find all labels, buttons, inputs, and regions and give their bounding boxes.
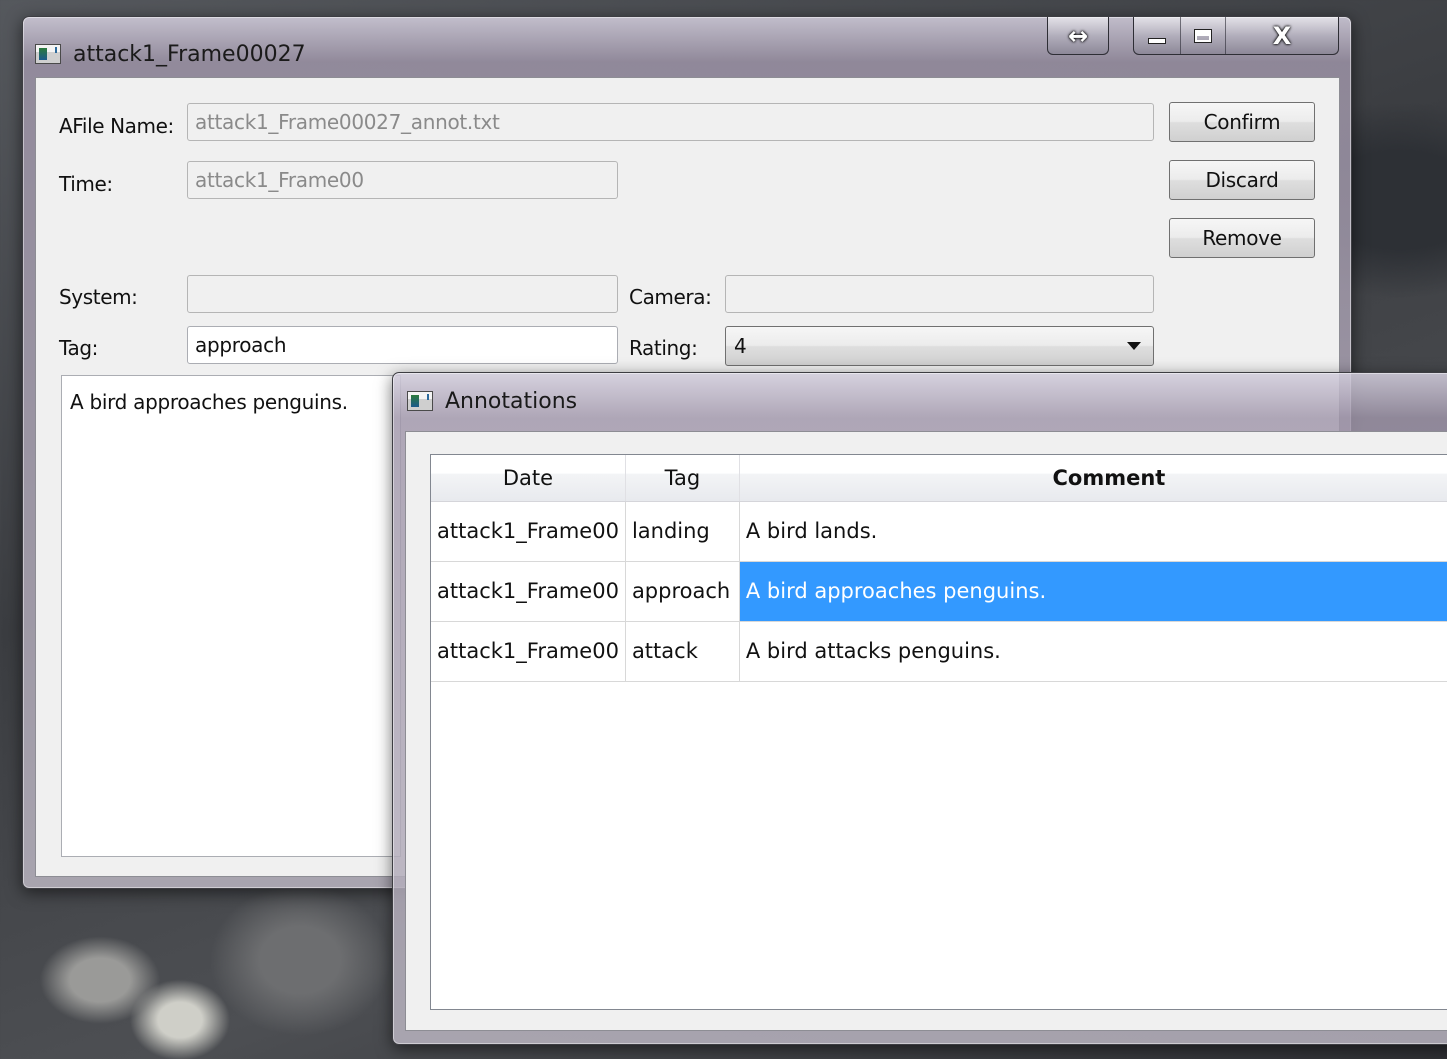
- remove-button[interactable]: Remove: [1169, 218, 1315, 258]
- rating-select[interactable]: 4: [725, 326, 1154, 366]
- editor-window-title: attack1_Frame00027: [73, 41, 306, 67]
- date-cell[interactable]: attack1_Frame00: [431, 501, 626, 562]
- window-caption-buttons: X: [1133, 17, 1339, 55]
- column-header-tag[interactable]: Tag: [625, 455, 740, 502]
- tag-cell[interactable]: landing: [625, 501, 740, 562]
- chevron-down-icon: [1127, 342, 1141, 350]
- extend-button-group: ↔: [1047, 17, 1109, 55]
- date-cell[interactable]: attack1_Frame00: [431, 561, 626, 622]
- time-field[interactable]: attack1_Frame00: [187, 161, 618, 199]
- maximize-button[interactable]: [1179, 17, 1226, 54]
- annotations-window: Annotations Date Tag Comment attack1_Fra…: [392, 372, 1447, 1045]
- table-row[interactable]: attack1_Frame00 attack A bird attacks pe…: [431, 621, 1447, 682]
- afile-name-label: AFile Name:: [59, 114, 174, 138]
- close-icon: X: [1272, 21, 1292, 50]
- app-icon: [407, 391, 433, 411]
- comment-cell[interactable]: A bird attacks penguins.: [739, 621, 1447, 682]
- comment-cell[interactable]: A bird approaches penguins.: [739, 561, 1447, 622]
- app-icon: [35, 44, 61, 64]
- annotations-client-area: Date Tag Comment attack1_Frame00 landing…: [405, 431, 1447, 1031]
- tag-cell[interactable]: attack: [625, 621, 740, 682]
- maximize-icon: [1193, 28, 1212, 43]
- minimize-icon: [1147, 37, 1166, 44]
- comment-textarea[interactable]: A bird approaches penguins.: [61, 375, 401, 857]
- tag-input[interactable]: approach: [187, 326, 618, 364]
- camera-field[interactable]: [725, 275, 1154, 313]
- annotations-title-bar[interactable]: Annotations: [407, 373, 577, 429]
- column-header-date[interactable]: Date: [431, 455, 626, 502]
- extend-button[interactable]: ↔: [1048, 17, 1108, 54]
- double-arrow-icon: ↔: [1067, 21, 1089, 50]
- system-label: System:: [59, 285, 138, 309]
- confirm-button[interactable]: Confirm: [1169, 102, 1315, 142]
- comment-text: A bird approaches penguins.: [70, 390, 348, 414]
- date-cell[interactable]: attack1_Frame00: [431, 621, 626, 682]
- rating-selected-value: 4: [734, 334, 747, 358]
- minimize-button[interactable]: [1134, 17, 1180, 54]
- table-header-row: Date Tag Comment: [431, 455, 1447, 502]
- camera-label: Camera:: [629, 285, 712, 309]
- discard-button[interactable]: Discard: [1169, 160, 1315, 200]
- tag-label: Tag:: [59, 336, 98, 360]
- close-button[interactable]: X: [1225, 17, 1338, 54]
- tag-cell[interactable]: approach: [625, 561, 740, 622]
- column-header-comment[interactable]: Comment: [739, 455, 1447, 502]
- table-row[interactable]: attack1_Frame00 landing A bird lands.: [431, 501, 1447, 562]
- annotations-table: Date Tag Comment attack1_Frame00 landing…: [430, 454, 1447, 1010]
- comment-cell[interactable]: A bird lands.: [739, 501, 1447, 562]
- system-field[interactable]: [187, 275, 618, 313]
- annotations-window-title: Annotations: [445, 388, 578, 414]
- table-row-selected[interactable]: attack1_Frame00 approach A bird approach…: [431, 561, 1447, 622]
- rating-label: Rating:: [629, 336, 698, 360]
- time-label: Time:: [59, 172, 113, 196]
- afile-name-field[interactable]: attack1_Frame00027_annot.txt: [187, 103, 1154, 141]
